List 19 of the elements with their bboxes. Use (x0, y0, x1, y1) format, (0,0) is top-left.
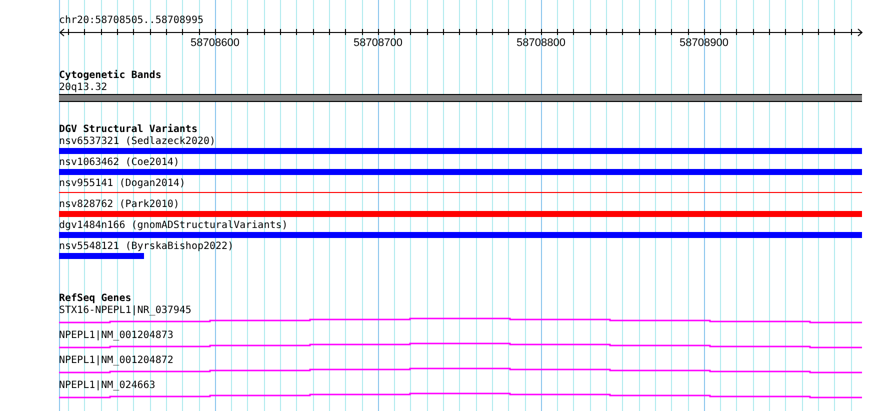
band-label: 20q13.32 (59, 82, 108, 94)
gene-label: NPEPL1|NM_001204873 (59, 330, 174, 342)
variant-label: nsv5548121 (ByrskaBishop2022) (59, 241, 234, 253)
track-title: Cytogenetic Bands (59, 70, 162, 82)
tick-label: 58708800 (516, 37, 566, 49)
variant-label: nsv828762 (Park2010) (59, 199, 180, 211)
variant-label: dgv1484n166 (gnomADStructuralVariants) (59, 220, 288, 232)
variant-label: nsv1063462 (Coe2014) (59, 157, 180, 169)
track-title: DGV Structural Variants (59, 124, 198, 136)
tick-label: 58708900 (680, 37, 728, 49)
gene-label: NPEPL1|NM_001204872 (59, 355, 174, 367)
tick-label: 58708600 (190, 37, 240, 49)
variant-label: nsv955141 (Dogan2014) (59, 178, 186, 190)
tick-label: 58708700 (354, 37, 402, 49)
track-title: RefSeq Genes (59, 293, 132, 305)
region-label: chr20:58708505..58708995 (59, 15, 204, 27)
gene-label: STX16-NPEPL1|NR_037945 (59, 305, 192, 317)
variant-label: nsv6537321 (Sedlazeck2020) (59, 136, 216, 148)
gene-label: NPEPL1|NM_024663 (59, 380, 156, 392)
